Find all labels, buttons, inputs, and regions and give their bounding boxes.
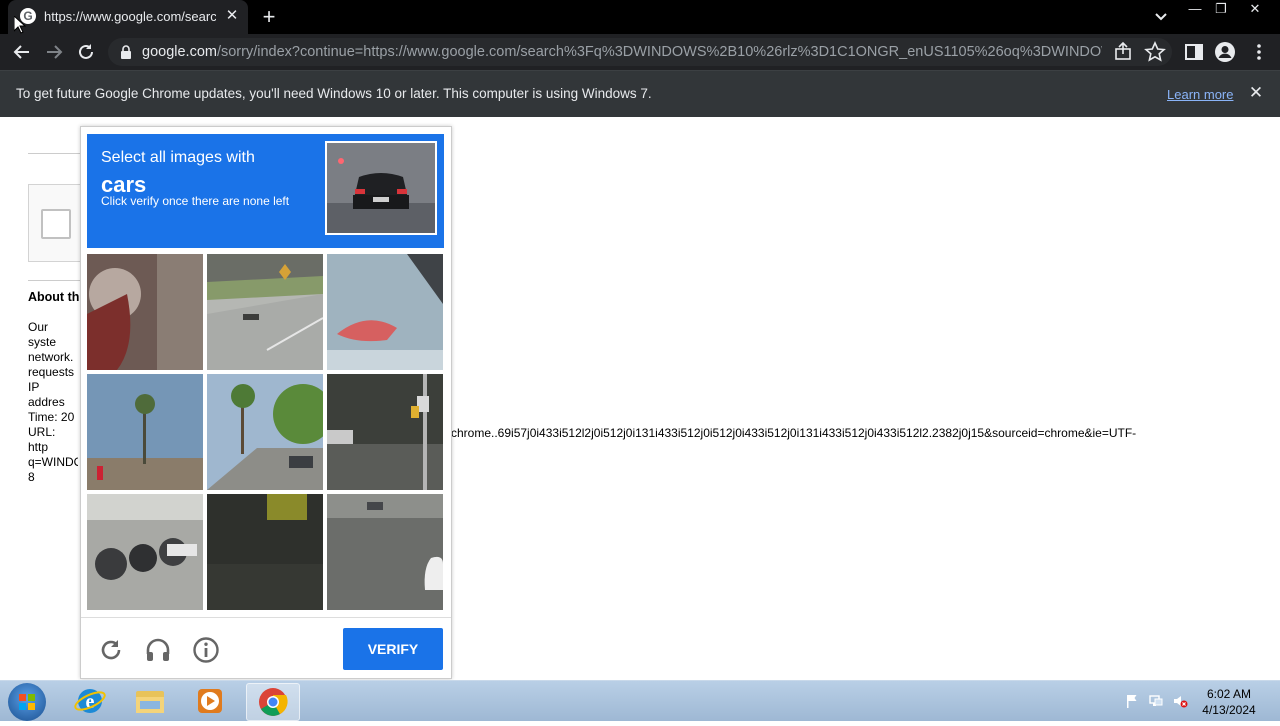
file-explorer-icon[interactable] [124, 683, 176, 719]
start-button[interactable] [8, 683, 46, 721]
captcha-tile[interactable] [207, 374, 323, 490]
windows-taskbar: e 6:02 AM 4/13/2024 [0, 680, 1280, 721]
address-bar[interactable]: google.com/sorry/index?continue=https://… [108, 38, 1172, 66]
address-url: google.com/sorry/index?continue=https://… [142, 44, 1102, 62]
update-infobar: To get future Google Chrome updates, you… [0, 70, 1280, 117]
about-heading: About th [28, 290, 80, 304]
challenge-header: Select all images with cars Click verify… [87, 134, 444, 248]
media-player-icon[interactable] [184, 683, 236, 719]
share-icon[interactable] [1112, 41, 1134, 63]
challenge-instruction: Select all images with [101, 149, 255, 166]
verify-button[interactable]: VERIFY [343, 628, 443, 670]
tab-search-chevron-icon[interactable] [1150, 6, 1172, 28]
divider [28, 280, 80, 281]
tab-google-search[interactable]: G https://www.google.com/search? ✕ [8, 0, 248, 34]
captcha-tile[interactable] [327, 374, 443, 490]
clock-date: 4/13/2024 [1202, 703, 1256, 717]
captcha-tile[interactable] [87, 374, 203, 490]
captcha-tile[interactable] [87, 254, 203, 370]
reload-icon[interactable] [74, 40, 98, 64]
captcha-tile[interactable] [87, 494, 203, 610]
browser-toolbar: google.com/sorry/index?continue=https://… [0, 34, 1280, 70]
address-host: google.com [142, 44, 217, 60]
learn-more-link[interactable]: Learn more [1167, 87, 1233, 102]
window-close-button[interactable]: ✕ [1240, 0, 1270, 20]
captcha-tile[interactable] [327, 254, 443, 370]
tab-close-icon[interactable]: ✕ [222, 6, 242, 26]
infobar-close-icon[interactable]: ✕ [1246, 83, 1266, 103]
tab-title: https://www.google.com/search? [44, 9, 216, 24]
infobar-message: To get future Google Chrome updates, you… [16, 86, 652, 101]
address-path: /sorry/index?continue=https://www.google… [216, 44, 1102, 60]
recaptcha-challenge: Select all images with cars Click verify… [80, 126, 452, 679]
audio-headphones-icon[interactable] [144, 636, 172, 664]
clock-time: 6:02 AM [1206, 687, 1252, 701]
info-icon[interactable] [192, 636, 220, 664]
volume-muted-icon[interactable] [1172, 693, 1188, 709]
captcha-tile[interactable] [327, 494, 443, 610]
restore-button[interactable]: ❐ [1206, 0, 1236, 20]
challenge-footer: VERIFY [81, 617, 451, 679]
network-icon[interactable] [1148, 693, 1164, 709]
system-clock[interactable]: 6:02 AM 4/13/2024 [1196, 686, 1262, 718]
new-tab-button[interactable]: + [256, 4, 282, 30]
chrome-icon[interactable] [246, 683, 300, 721]
internet-explorer-icon[interactable]: e [64, 683, 116, 719]
side-panel-icon[interactable] [1183, 41, 1205, 63]
about-paragraph: Our syste network. requests [28, 320, 75, 379]
action-center-flag-icon[interactable] [1124, 693, 1140, 709]
forward-icon[interactable] [42, 40, 66, 64]
tab-strip: G https://www.google.com/search? ✕ + — ❐… [0, 0, 1280, 34]
mouse-cursor-icon [14, 16, 26, 34]
windows-logo-icon [19, 694, 35, 710]
challenge-hint: Click verify once there are none left [101, 194, 290, 208]
recaptcha-anchor-box [28, 184, 82, 262]
star-icon[interactable] [1144, 41, 1166, 63]
request-details: IP addres Time: 20 URL: http q=WINDO 8 [28, 380, 78, 484]
divider [28, 153, 80, 154]
lock-icon[interactable] [118, 44, 134, 60]
recaptcha-checkbox[interactable] [41, 209, 71, 239]
captcha-tile[interactable] [207, 254, 323, 370]
request-url-tail: chrome..69i57j0i433i512l2j0i512j0i131i43… [451, 426, 1137, 440]
captcha-tile[interactable] [207, 494, 323, 610]
reload-icon[interactable] [97, 636, 125, 664]
sample-car-image [325, 141, 437, 235]
back-icon[interactable] [10, 40, 34, 64]
menu-icon[interactable] [1248, 41, 1270, 63]
profile-icon[interactable] [1214, 41, 1236, 63]
